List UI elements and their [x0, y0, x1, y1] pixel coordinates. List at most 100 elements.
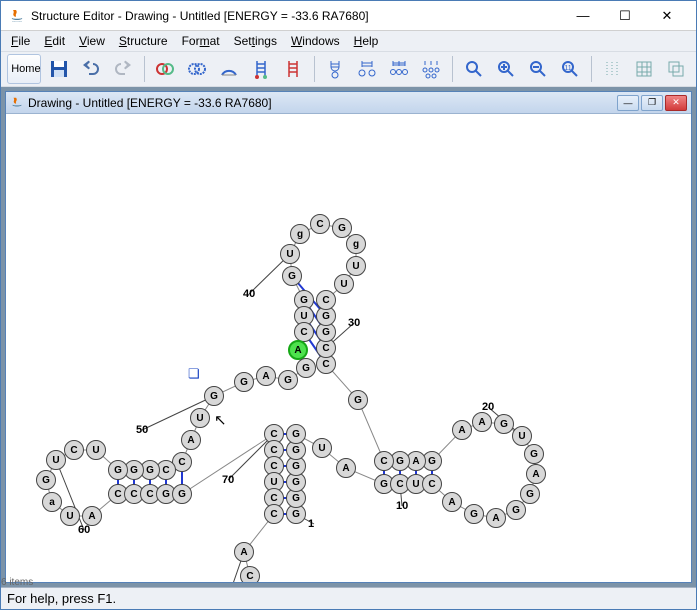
- nucleotide[interactable]: C: [240, 566, 260, 582]
- zoom-fit-button[interactable]: [460, 54, 488, 84]
- menu-structure[interactable]: Structure: [113, 32, 174, 50]
- nucleotide[interactable]: G: [204, 386, 224, 406]
- grid-r-button[interactable]: [630, 54, 658, 84]
- menu-help[interactable]: Help: [348, 32, 385, 50]
- nucleotide[interactable]: G: [506, 500, 526, 520]
- zoom-in-button[interactable]: [492, 54, 520, 84]
- maximize-button[interactable]: ☐: [604, 2, 646, 30]
- nucleotide[interactable]: G: [278, 370, 298, 390]
- nucleotide[interactable]: U: [86, 440, 106, 460]
- nucleotide[interactable]: A: [526, 464, 546, 484]
- nucleotide[interactable]: U: [190, 408, 210, 428]
- nucleotide[interactable]: C: [310, 214, 330, 234]
- home-label: Home: [11, 63, 40, 75]
- move-handle-icon[interactable]: ❏: [188, 366, 200, 382]
- menu-settings[interactable]: Settings: [228, 32, 283, 50]
- nucleotide[interactable]: g: [290, 224, 310, 244]
- doc-maximize-button[interactable]: ❐: [641, 95, 663, 111]
- nucleotide[interactable]: U: [312, 438, 332, 458]
- arc-button[interactable]: [215, 54, 243, 84]
- doc-minimize-button[interactable]: —: [617, 95, 639, 111]
- redo-button[interactable]: [109, 54, 137, 84]
- nucleotide[interactable]: G: [524, 444, 544, 464]
- nucleotide[interactable]: A: [181, 430, 201, 450]
- status-text: For help, press F1.: [7, 591, 116, 606]
- structure-canvas[interactable]: ❏ ↖ GGGGGGUAGCUCAGAGGAGUGAAGAGCGCCGGCUUg…: [6, 114, 691, 582]
- nucleotide[interactable]: A: [256, 366, 276, 386]
- position-label: 1: [308, 518, 314, 530]
- svg-text:11: 11: [564, 65, 571, 72]
- position-label: 10: [396, 500, 408, 512]
- nucleotide[interactable]: G: [234, 372, 254, 392]
- nucleotide[interactable]: g: [346, 234, 366, 254]
- undo-button[interactable]: [77, 54, 105, 84]
- nucleotide[interactable]: C: [422, 474, 442, 494]
- redo-icon: [113, 59, 133, 79]
- nucleotide[interactable]: A: [442, 492, 462, 512]
- position-label: 50: [136, 424, 148, 436]
- nucleotide[interactable]: C: [294, 322, 314, 342]
- rings-red-button[interactable]: [151, 54, 179, 84]
- struct-view2-button[interactable]: [353, 54, 381, 84]
- ladder-red-button[interactable]: [279, 54, 307, 84]
- nucleotide[interactable]: G: [286, 424, 306, 444]
- ladder-red-icon: [283, 59, 303, 79]
- doc-controls: — ❐ ✕: [617, 95, 687, 111]
- zoom-sel-button[interactable]: 11: [556, 54, 584, 84]
- struct-view4-button[interactable]: [417, 54, 445, 84]
- menu-file[interactable]: File: [5, 32, 36, 50]
- minimize-button[interactable]: —: [562, 2, 604, 30]
- nucleotide[interactable]: A: [336, 458, 356, 478]
- nucleotide[interactable]: U: [60, 506, 80, 526]
- save-button[interactable]: [45, 54, 73, 84]
- rings-blue-button[interactable]: [183, 54, 211, 84]
- nucleotide[interactable]: C: [374, 451, 394, 471]
- menu-view[interactable]: View: [73, 32, 111, 50]
- grid-stack-button[interactable]: [662, 54, 690, 84]
- app-window: Structure Editor - Drawing - Untitled [E…: [0, 0, 697, 610]
- menu-format[interactable]: Format: [176, 32, 226, 50]
- zoom-out-button[interactable]: [524, 54, 552, 84]
- nucleotide[interactable]: a: [42, 492, 62, 512]
- nucleotide[interactable]: G: [520, 484, 540, 504]
- nucleotide[interactable]: C: [64, 440, 84, 460]
- nucleotide[interactable]: A: [486, 508, 506, 528]
- nucleotide[interactable]: C: [264, 504, 284, 524]
- nucleotide[interactable]: G: [464, 504, 484, 524]
- struct-view3-button[interactable]: [385, 54, 413, 84]
- struct-icon: [357, 59, 377, 79]
- app-title: Structure Editor - Drawing - Untitled [E…: [31, 9, 562, 23]
- nucleotide[interactable]: U: [46, 450, 66, 470]
- nucleotide[interactable]: A: [234, 542, 254, 562]
- nucleotide[interactable]: A: [82, 506, 102, 526]
- ladder-blue-icon: [251, 59, 271, 79]
- nucleotide[interactable]: U: [334, 274, 354, 294]
- doc-close-button[interactable]: ✕: [665, 95, 687, 111]
- nucleotide[interactable]: A: [472, 412, 492, 432]
- nucleotide[interactable]: G: [172, 484, 192, 504]
- nucleotide[interactable]: G: [108, 460, 128, 480]
- nucleotide[interactable]: U: [346, 256, 366, 276]
- mdi-area: Drawing - Untitled [ENERGY = -33.6 RA768…: [1, 87, 696, 587]
- menu-edit[interactable]: Edit: [38, 32, 71, 50]
- close-button[interactable]: ✕: [646, 2, 688, 30]
- ladder-blue-button[interactable]: [247, 54, 275, 84]
- grid-v-button[interactable]: [598, 54, 626, 84]
- nucleotide[interactable]: G: [296, 358, 316, 378]
- nucleotide[interactable]: U: [512, 426, 532, 446]
- grid-icon: [602, 59, 622, 79]
- zoom-out-icon: [528, 59, 548, 79]
- nucleotide[interactable]: G: [282, 266, 302, 286]
- nucleotide[interactable]: G: [494, 414, 514, 434]
- nucleotide[interactable]: C: [316, 290, 336, 310]
- nucleotide[interactable]: G: [332, 218, 352, 238]
- menu-windows[interactable]: Windows: [285, 32, 346, 50]
- struct-view1-button[interactable]: [321, 54, 349, 84]
- nucleotide[interactable]: A: [452, 420, 472, 440]
- nucleotide[interactable]: G: [348, 390, 368, 410]
- nucleotide[interactable]: A: [288, 340, 308, 360]
- nucleotide[interactable]: U: [280, 244, 300, 264]
- zoom-fit-icon: [464, 59, 484, 79]
- home-button[interactable]: Home: [7, 54, 41, 84]
- nucleotide[interactable]: G: [36, 470, 56, 490]
